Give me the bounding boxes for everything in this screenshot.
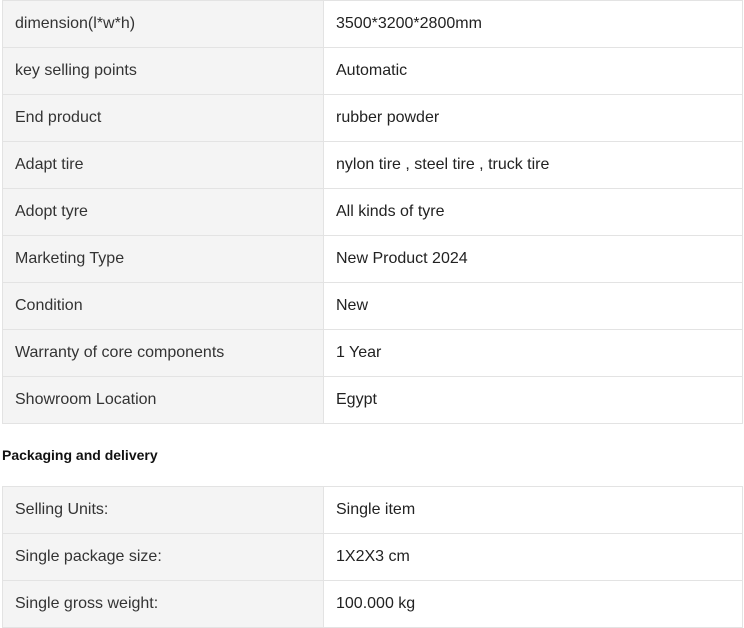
spec-value: 3500*3200*2800mm xyxy=(323,0,743,48)
table-row: Showroom Location Egypt xyxy=(2,376,743,424)
spec-key: Marketing Type xyxy=(2,235,324,283)
spec-key: End product xyxy=(2,94,324,142)
spec-value: New Product 2024 xyxy=(323,235,743,283)
spec-value: nylon tire , steel tire , truck tire xyxy=(323,141,743,189)
table-row: Adopt tyre All kinds of tyre xyxy=(2,188,743,236)
packaging-key: Selling Units: xyxy=(2,486,324,534)
spec-key: Showroom Location xyxy=(2,376,324,424)
table-row: End product rubber powder xyxy=(2,94,743,142)
spec-key: key selling points xyxy=(2,47,324,95)
table-row: Single package size: 1X2X3 cm xyxy=(2,533,743,581)
spec-value: 1 Year xyxy=(323,329,743,377)
spec-key: Condition xyxy=(2,282,324,330)
table-row: Warranty of core components 1 Year xyxy=(2,329,743,377)
packaging-value: 100.000 kg xyxy=(323,580,743,628)
packaging-key: Single gross weight: xyxy=(2,580,324,628)
spec-key: Adopt tyre xyxy=(2,188,324,236)
packaging-value: Single item xyxy=(323,486,743,534)
table-row: dimension(l*w*h) 3500*3200*2800mm xyxy=(2,0,743,48)
table-row: Adapt tire nylon tire , steel tire , tru… xyxy=(2,141,743,189)
spec-value: Automatic xyxy=(323,47,743,95)
spec-value: rubber powder xyxy=(323,94,743,142)
packaging-value: 1X2X3 cm xyxy=(323,533,743,581)
packaging-key: Single package size: xyxy=(2,533,324,581)
spec-value: New xyxy=(323,282,743,330)
spec-key: Adapt tire xyxy=(2,141,324,189)
spec-key: dimension(l*w*h) xyxy=(2,0,324,48)
spec-value: All kinds of tyre xyxy=(323,188,743,236)
packaging-section-title: Packaging and delivery xyxy=(2,447,158,463)
packaging-table: Selling Units: Single item Single packag… xyxy=(2,486,743,628)
spec-key: Warranty of core components xyxy=(2,329,324,377)
table-row: Selling Units: Single item xyxy=(2,486,743,534)
spec-value: Egypt xyxy=(323,376,743,424)
specs-table: dimension(l*w*h) 3500*3200*2800mm key se… xyxy=(2,0,743,424)
table-row: Marketing Type New Product 2024 xyxy=(2,235,743,283)
table-row: Single gross weight: 100.000 kg xyxy=(2,580,743,628)
table-row: key selling points Automatic xyxy=(2,47,743,95)
table-row: Condition New xyxy=(2,282,743,330)
